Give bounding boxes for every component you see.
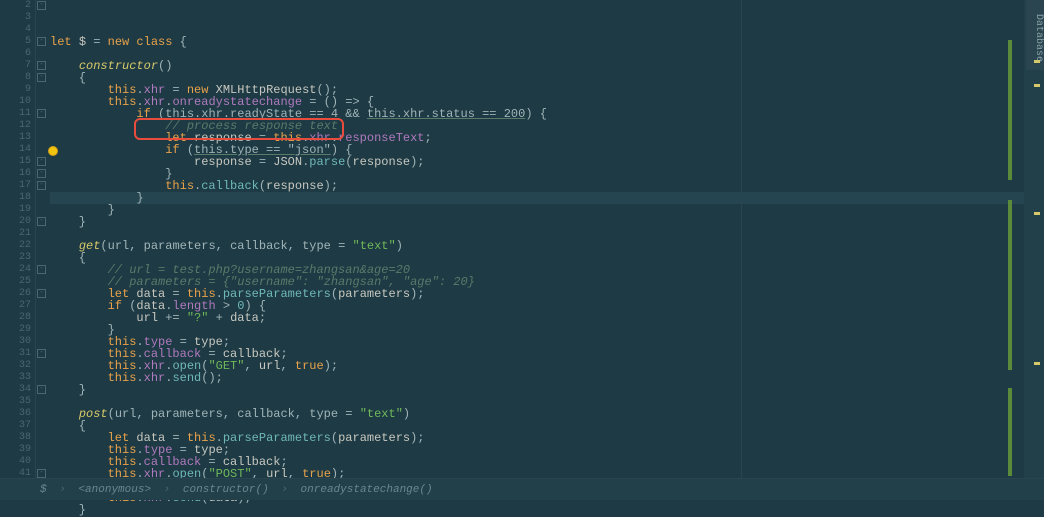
- line-number[interactable]: 33: [0, 372, 35, 384]
- chevron-right-icon: ›: [59, 484, 66, 496]
- marker-rail[interactable]: Database: [1024, 0, 1044, 478]
- line-number[interactable]: 37: [0, 420, 35, 432]
- chevron-right-icon: ›: [164, 484, 171, 496]
- code-line[interactable]: }: [50, 216, 1044, 228]
- line-number[interactable]: 8: [0, 72, 35, 84]
- warning-marker[interactable]: [1034, 60, 1040, 63]
- intention-bulb-icon[interactable]: [48, 146, 58, 156]
- line-number[interactable]: 18: [0, 192, 35, 204]
- code-line[interactable]: this.callback(response);: [50, 180, 1044, 192]
- line-number[interactable]: 17: [0, 180, 35, 192]
- code-area[interactable]: let $ = new class { constructor() { this…: [36, 0, 1044, 478]
- line-number-gutter[interactable]: 2345678910111213141516171819202122232425…: [0, 0, 36, 478]
- line-number[interactable]: 34: [0, 384, 35, 396]
- line-number[interactable]: 26: [0, 288, 35, 300]
- code-line[interactable]: url += "?" + data;: [50, 312, 1044, 324]
- line-number[interactable]: 5: [0, 36, 35, 48]
- line-number[interactable]: 14: [0, 144, 35, 156]
- line-number[interactable]: 30: [0, 336, 35, 348]
- line-number[interactable]: 36: [0, 408, 35, 420]
- line-number[interactable]: 23: [0, 252, 35, 264]
- line-number[interactable]: 10: [0, 96, 35, 108]
- line-number[interactable]: 3: [0, 12, 35, 24]
- line-number[interactable]: 27: [0, 300, 35, 312]
- breadcrumb-item[interactable]: <anonymous>: [78, 484, 151, 496]
- line-number[interactable]: 6: [0, 48, 35, 60]
- warning-marker[interactable]: [1034, 212, 1040, 215]
- change-marker: [1008, 200, 1012, 370]
- line-number[interactable]: 25: [0, 276, 35, 288]
- line-number[interactable]: 38: [0, 432, 35, 444]
- code-line[interactable]: }: [50, 504, 1044, 516]
- warning-marker[interactable]: [1034, 84, 1040, 87]
- line-number[interactable]: 35: [0, 396, 35, 408]
- line-number[interactable]: 13: [0, 132, 35, 144]
- column-guide: [741, 0, 742, 478]
- code-line[interactable]: [50, 48, 1044, 60]
- code-line[interactable]: constructor(): [50, 60, 1044, 72]
- code-line[interactable]: post(url, parameters, callback, type = "…: [50, 408, 1044, 420]
- line-number[interactable]: 7: [0, 60, 35, 72]
- breadcrumb-item[interactable]: constructor(): [183, 484, 269, 496]
- line-number[interactable]: 20: [0, 216, 35, 228]
- line-number[interactable]: 28: [0, 312, 35, 324]
- line-number[interactable]: 21: [0, 228, 35, 240]
- line-number[interactable]: 16: [0, 168, 35, 180]
- code-line[interactable]: response = JSON.parse(response);: [50, 156, 1044, 168]
- line-number[interactable]: 12: [0, 120, 35, 132]
- change-marker: [1008, 40, 1012, 180]
- code-line[interactable]: }: [50, 192, 1044, 204]
- change-marker: [1008, 388, 1012, 476]
- code-line[interactable]: get(url, parameters, callback, type = "t…: [50, 240, 1044, 252]
- chevron-right-icon: ›: [281, 484, 288, 496]
- code-line[interactable]: }: [50, 384, 1044, 396]
- breadcrumb-item[interactable]: $: [40, 484, 47, 496]
- line-number[interactable]: 29: [0, 324, 35, 336]
- line-number[interactable]: 32: [0, 360, 35, 372]
- line-number[interactable]: 24: [0, 264, 35, 276]
- warning-marker[interactable]: [1034, 362, 1040, 365]
- breadcrumb[interactable]: $ › <anonymous> › constructor() › onread…: [0, 478, 1044, 500]
- line-number[interactable]: 11: [0, 108, 35, 120]
- line-number[interactable]: 4: [0, 24, 35, 36]
- line-number[interactable]: 15: [0, 156, 35, 168]
- line-number[interactable]: 31: [0, 348, 35, 360]
- line-number[interactable]: 19: [0, 204, 35, 216]
- line-number[interactable]: 22: [0, 240, 35, 252]
- line-number[interactable]: 40: [0, 456, 35, 468]
- line-number[interactable]: 39: [0, 444, 35, 456]
- breadcrumb-item[interactable]: onreadystatechange(): [301, 484, 433, 496]
- line-number[interactable]: 2: [0, 0, 35, 12]
- code-line[interactable]: let $ = new class {: [50, 36, 1044, 48]
- code-line[interactable]: this.xhr.send();: [50, 372, 1044, 384]
- editor: 2345678910111213141516171819202122232425…: [0, 0, 1044, 478]
- line-number[interactable]: 9: [0, 84, 35, 96]
- code-line[interactable]: }: [50, 204, 1044, 216]
